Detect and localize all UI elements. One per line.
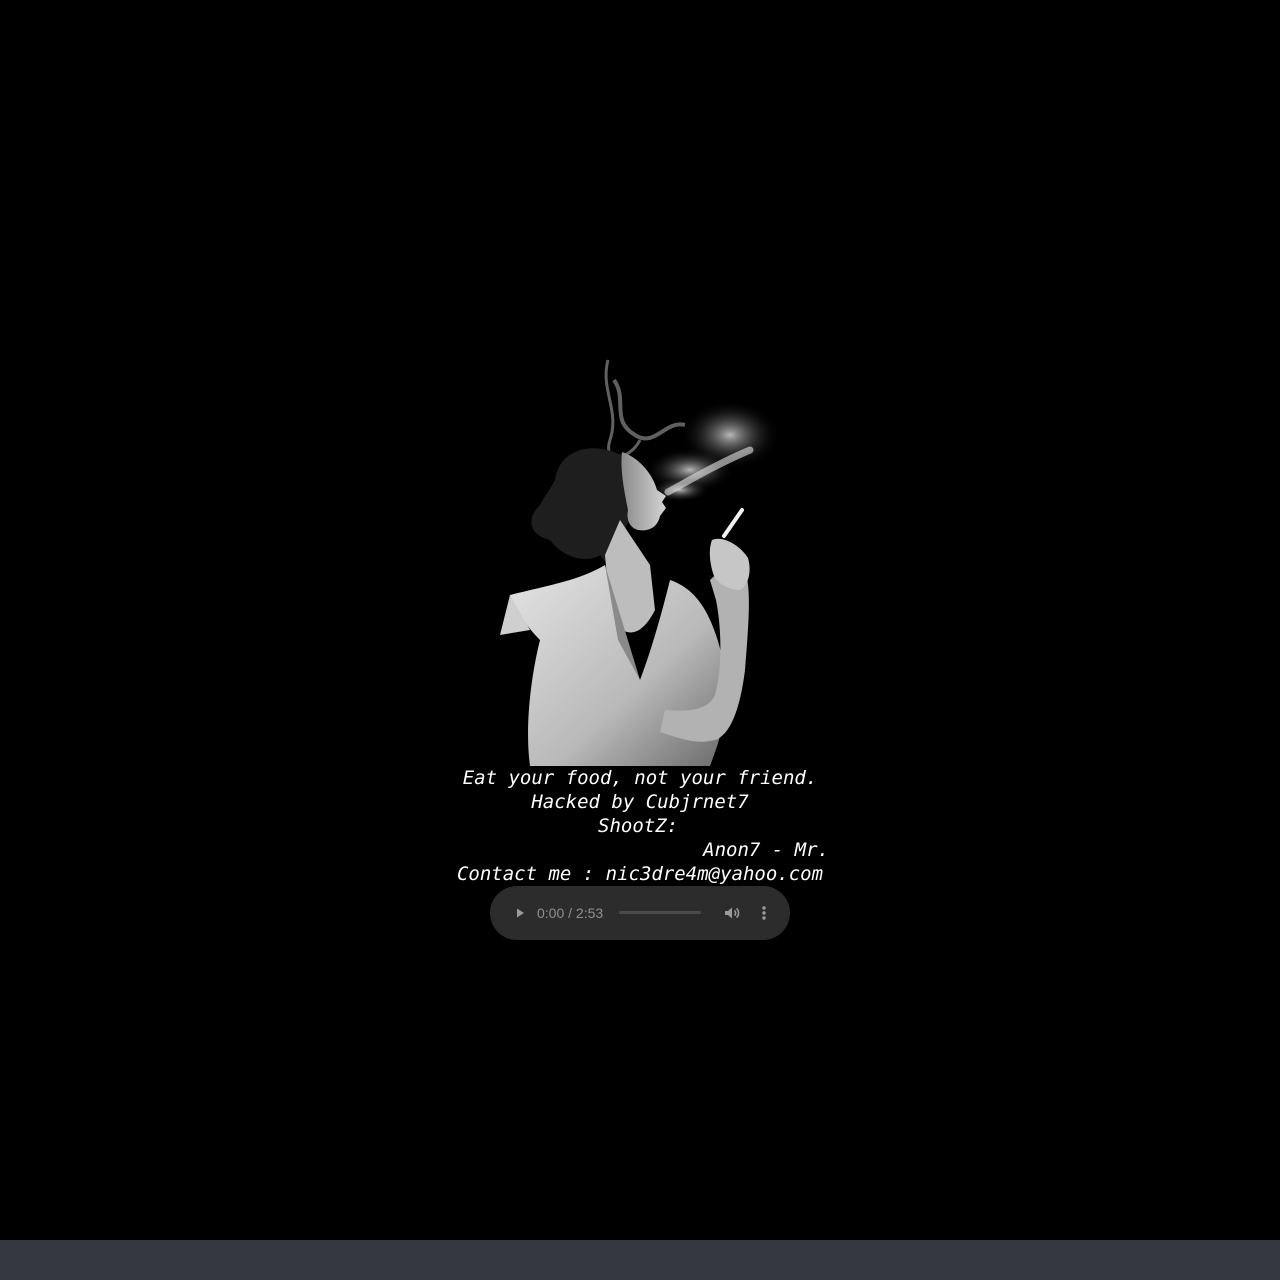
audio-time: 0:00 / 2:53 [537, 905, 604, 921]
page-viewport: Eat your food, not your friend. Hacked b… [0, 0, 1280, 1240]
contact-line: Contact me : nic3dre4m@yahoo.com [456, 863, 824, 885]
cigarette [722, 508, 744, 538]
message-line-3: ShootZ: [598, 815, 679, 837]
more-options-icon[interactable] [752, 901, 776, 925]
audio-player[interactable]: 0:00 / 2:53 [490, 886, 790, 940]
message-line-2: Hacked by Cubjrnet7 [531, 791, 749, 813]
volume-icon[interactable] [720, 901, 744, 925]
woman-smoking-photo [500, 359, 780, 766]
message-line-4: Anon7 - Mr. [703, 839, 829, 861]
message-line-1: Eat your food, not your friend. [462, 767, 818, 789]
defacement-message: Eat your food, not your friend. Hacked b… [440, 766, 840, 886]
bottom-bar [0, 1240, 1280, 1280]
play-icon[interactable] [508, 901, 532, 925]
audio-progress-bar[interactable] [619, 911, 701, 914]
